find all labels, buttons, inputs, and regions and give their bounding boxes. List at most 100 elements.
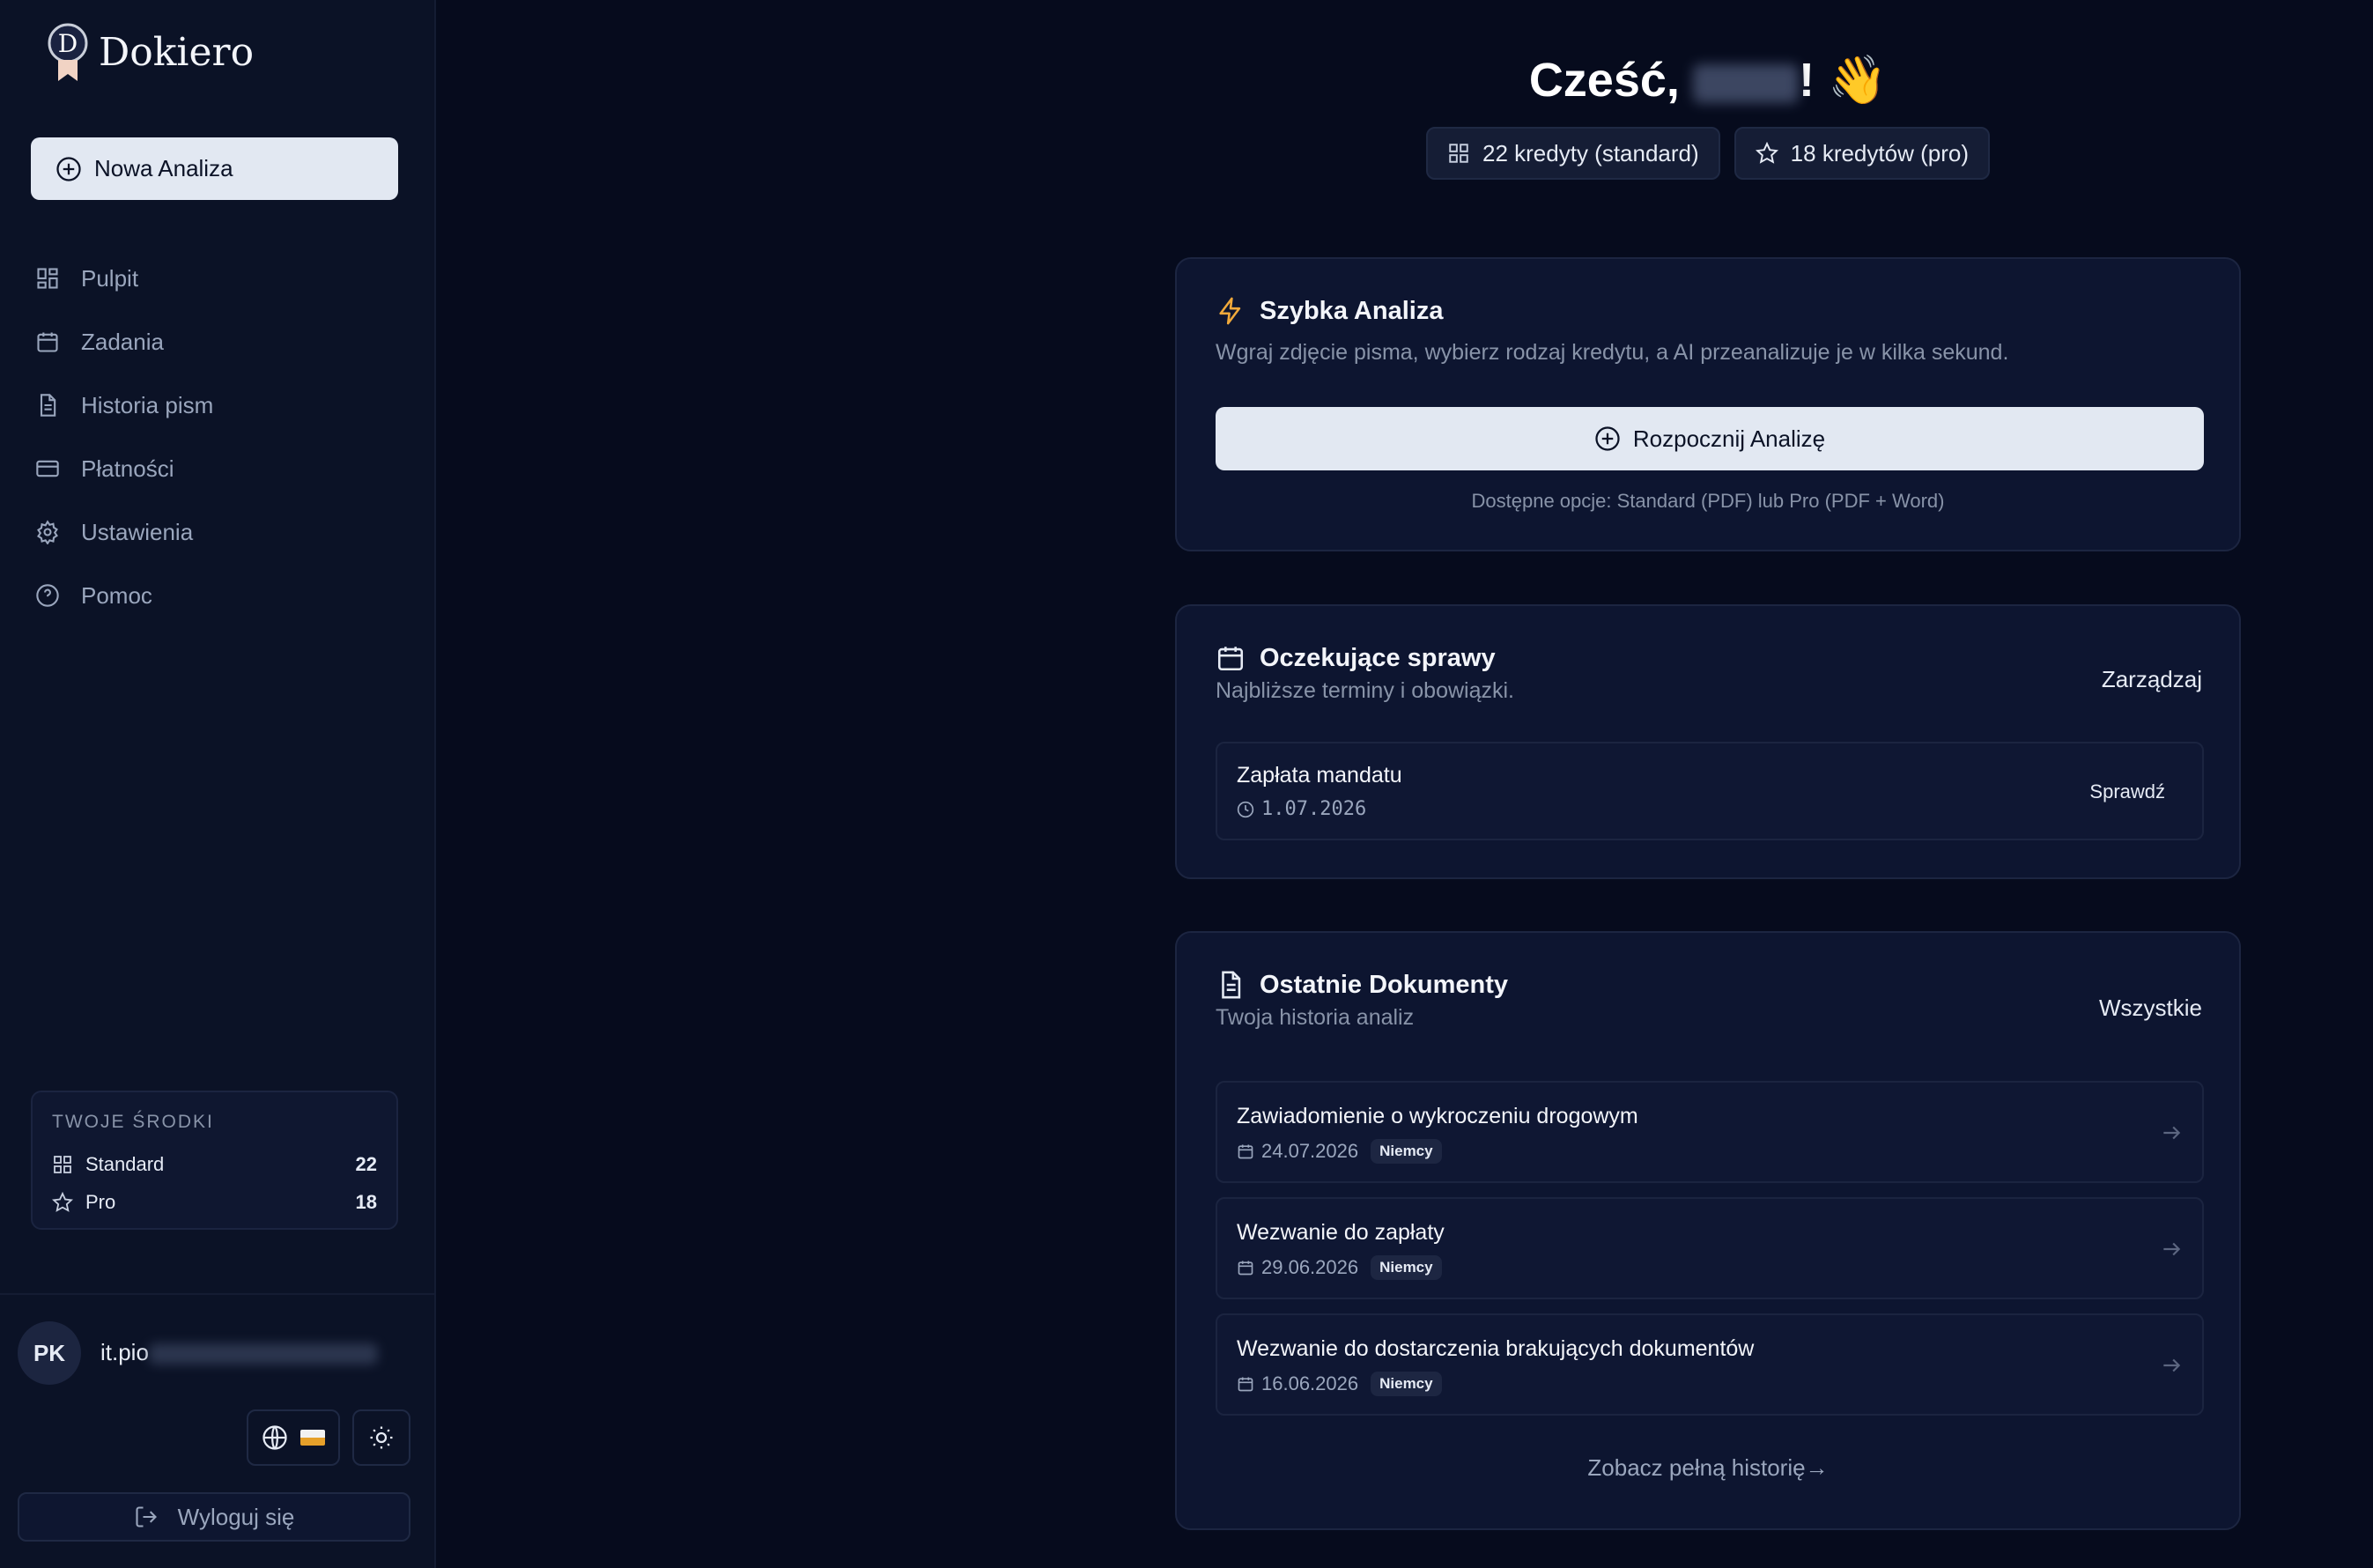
pending-item[interactable]: Zapłata mandatu 1.07.2026 Sprawdź	[1216, 742, 2204, 840]
sun-icon	[370, 1426, 393, 1449]
start-analysis-label: Rozpocznij Analizę	[1632, 425, 1826, 452]
sidebar-item-zadania[interactable]: Zadania	[35, 310, 405, 374]
new-analysis-label: Nowa Analiza	[94, 155, 233, 181]
funds-standard-label: Standard	[85, 1152, 165, 1175]
document-icon	[1222, 971, 1241, 999]
sidebar-item-label: Pomoc	[81, 581, 152, 609]
country-badge: Niemcy	[1371, 1255, 1442, 1280]
credits-standard-label: 22 kredyty (standard)	[1482, 139, 1699, 166]
grid-icon	[54, 1155, 71, 1173]
sidebar-item-pomoc[interactable]: Pomoc	[35, 564, 405, 627]
lightning-icon	[1219, 297, 1241, 325]
flag-icon	[300, 1430, 325, 1446]
quick-analysis-title: Szybka Analiza	[1260, 296, 1444, 325]
funds-pro-label: Pro	[85, 1190, 116, 1213]
sidebar-item-label: Pulpit	[81, 264, 139, 292]
sidebar-item-pulpit[interactable]: Pulpit	[35, 247, 405, 310]
country-badge: Niemcy	[1371, 1139, 1442, 1164]
sidebar-divider	[0, 1293, 436, 1295]
logout-button[interactable]: Wyloguj się	[18, 1492, 410, 1542]
country-badge: Niemcy	[1371, 1372, 1442, 1396]
document-row[interactable]: Zawiadomienie o wykroczeniu drogowym 24.…	[1216, 1081, 2204, 1183]
plus-circle-icon	[1595, 426, 1620, 451]
sidebar-item-historia-pism[interactable]: Historia pism	[35, 374, 405, 437]
document-meta: 16.06.2026 Niemcy	[1237, 1372, 1442, 1396]
credits-pro-label: 18 kredytów (pro)	[1790, 139, 1969, 166]
credits-pro-chip: 18 kredytów (pro)	[1734, 127, 1990, 180]
pending-header: Oczekujące sprawy	[1216, 643, 1496, 673]
star-icon	[52, 1191, 73, 1212]
check-button[interactable]: Sprawdź	[2089, 780, 2165, 803]
grid-icon	[37, 268, 58, 289]
sidebar-item-label: Zadania	[81, 328, 164, 355]
document-date: 29.06.2026	[1261, 1256, 1359, 1278]
document-icon	[40, 394, 56, 417]
sidebar-item-platnosci[interactable]: Płatności	[35, 437, 405, 500]
arrow-right-icon	[2163, 1358, 2181, 1372]
document-title: Wezwanie do zapłaty	[1237, 1220, 1445, 1245]
email-redacted	[148, 1343, 378, 1365]
credits-standard-chip: 22 kredyty (standard)	[1426, 127, 1720, 180]
help-circle-icon	[36, 584, 59, 607]
logo[interactable]: D Dokiero	[46, 21, 254, 83]
wave-emoji: 👋	[1827, 54, 1888, 107]
logout-label: Wyloguj się	[177, 1503, 295, 1530]
grid-icon	[1449, 144, 1468, 163]
pending-title: Oczekujące sprawy	[1260, 643, 1496, 672]
recent-header: Ostatnie Dokumenty	[1216, 970, 1508, 1000]
user-email-visible: it.pio	[100, 1339, 149, 1365]
logo-icon: D	[48, 23, 88, 81]
funds-standard-row: Standard 22	[52, 1145, 377, 1183]
start-analysis-button[interactable]: Rozpocznij Analizę	[1216, 407, 2204, 470]
sidebar-item-label: Historia pism	[81, 391, 214, 418]
quick-analysis-subtitle: Wgraj zdjęcie pisma, wybierz rodzaj kred…	[1216, 340, 2009, 365]
document-meta: 29.06.2026 Niemcy	[1237, 1255, 1442, 1280]
manage-link[interactable]: Zarządzaj	[2102, 666, 2202, 693]
sidebar-item-label: Płatności	[81, 455, 174, 482]
funds-title: TWOJE ŚRODKI	[52, 1112, 214, 1132]
avatar[interactable]: PK	[18, 1321, 81, 1385]
sidebar-item-ustawienia[interactable]: Ustawienia	[35, 500, 405, 564]
globe-icon	[262, 1425, 287, 1450]
recent-documents-card: Ostatnie Dokumenty Twoja historia analiz…	[1175, 931, 2241, 1530]
recent-title: Ostatnie Dokumenty	[1260, 970, 1508, 999]
recent-subtitle: Twoja historia analiz	[1216, 1005, 1415, 1030]
calendar-icon	[1238, 1261, 1253, 1276]
sidebar-item-label: Ustawienia	[81, 518, 194, 545]
full-history-link[interactable]: Zobacz pełną historię→	[1177, 1454, 2239, 1482]
calendar-icon	[37, 332, 58, 352]
quick-analysis-card: Szybka Analiza Wgraj zdjęcie pisma, wybi…	[1175, 257, 2241, 551]
language-button[interactable]	[247, 1409, 340, 1466]
greeting: Cześć, ! 👋	[1175, 53, 2241, 108]
funds-pro-row: Pro 18	[52, 1183, 377, 1221]
credit-card-icon	[36, 460, 59, 477]
app-name: Dokiero	[99, 29, 255, 75]
all-documents-link[interactable]: Wszystkie	[2099, 995, 2202, 1022]
document-row[interactable]: Wezwanie do dostarczenia brakujących dok…	[1216, 1313, 2204, 1416]
pending-item-title: Zapłata mandatu	[1237, 763, 1402, 788]
new-analysis-button[interactable]: Nowa Analiza	[31, 137, 398, 200]
available-options-note: Dostępne opcje: Standard (PDF) lub Pro (…	[1471, 490, 1945, 512]
calendar-icon	[1217, 647, 1244, 671]
clock-icon	[1237, 801, 1254, 817]
sidebar: D Dokiero Nowa Analiza Pulpit Zadania Hi…	[0, 0, 436, 1568]
document-title: Zawiadomienie o wykroczeniu drogowym	[1237, 1104, 1638, 1128]
document-row[interactable]: Wezwanie do zapłaty 29.06.2026 Niemcy	[1216, 1197, 2204, 1299]
pending-subtitle: Najbliższe terminy i obowiązki.	[1216, 678, 1515, 703]
user-email: it.pio	[100, 1339, 378, 1366]
pending-matters-card: Oczekujące sprawy Najbliższe terminy i o…	[1175, 604, 2241, 879]
funds-panel: TWOJE ŚRODKI Standard 22 Pro 18	[31, 1091, 398, 1230]
pending-item-date-text: 1.07.2026	[1261, 798, 1367, 820]
document-meta: 24.07.2026 Niemcy	[1237, 1139, 1442, 1164]
theme-toggle-button[interactable]	[352, 1409, 410, 1466]
star-icon	[1755, 142, 1778, 164]
arrow-right-icon	[2163, 1242, 2181, 1256]
logo-letter: D	[58, 29, 78, 58]
arrow-right-icon	[2163, 1126, 2181, 1140]
credit-chips: 22 kredyty (standard) 18 kredytów (pro)	[1175, 127, 2241, 180]
sidebar-nav: Pulpit Zadania Historia pism Płatności U…	[35, 247, 405, 627]
document-title: Wezwanie do dostarczenia brakujących dok…	[1237, 1336, 1755, 1361]
greeting-prefix: Cześć,	[1528, 54, 1680, 107]
pending-item-date: 1.07.2026	[1237, 798, 1366, 820]
document-date: 16.06.2026	[1261, 1372, 1359, 1394]
